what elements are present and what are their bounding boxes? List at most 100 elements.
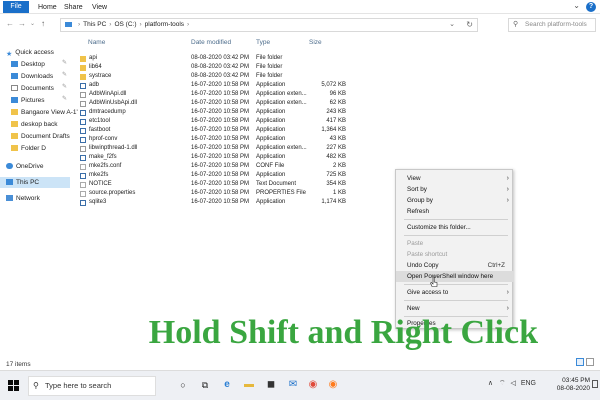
nav-downloads[interactable]: Downloads: [11, 71, 53, 82]
nav-quick-access[interactable]: ★ Quick access: [6, 47, 54, 58]
file-explorer-icon[interactable]: ▬: [242, 378, 256, 392]
tab-share[interactable]: Share: [60, 2, 87, 13]
forward-arrow-icon[interactable]: →: [18, 19, 26, 28]
menu-item-view[interactable]: View ›: [396, 173, 514, 184]
header-date-modified[interactable]: Date modified: [191, 39, 231, 46]
file-row[interactable]: etc1tool 16-07-2020 10:58 PM Application 41…: [78, 117, 346, 126]
windows-start-icon[interactable]: [8, 380, 19, 391]
file-name: source.properties: [89, 190, 136, 196]
file-row[interactable]: lib64 08-08-2020 03:42 PM File folder: [78, 63, 338, 72]
breadcrumb-this-pc[interactable]: This PC: [83, 21, 106, 28]
file-icon: [80, 163, 86, 170]
menu-item-paste[interactable]: Paste: [396, 238, 514, 249]
chevron-up-icon[interactable]: ∧: [488, 380, 493, 387]
file-row[interactable]: hprof-conv 16-07-2020 10:58 PM Application…: [78, 135, 346, 144]
help-icon[interactable]: ?: [586, 2, 596, 12]
up-arrow-icon[interactable]: ↑: [41, 19, 45, 28]
nav-this-pc[interactable]: This PC: [0, 177, 70, 188]
application-icon: [80, 82, 86, 89]
network-icon[interactable]: ⌔: [499, 380, 506, 387]
folder-icon: [11, 145, 18, 152]
file-row[interactable]: AdbWinUsbApi.dll 16-07-2020 10:58 PM Appli…: [78, 99, 346, 108]
file-type: Application: [256, 127, 286, 133]
breadcrumb-platform-tools[interactable]: platform-tools: [145, 21, 184, 28]
language-indicator[interactable]: ENG: [521, 380, 536, 387]
file-row[interactable]: mke2fs 16-07-2020 10:58 PM Application 725 …: [78, 171, 346, 180]
tab-file[interactable]: File: [3, 1, 29, 13]
firefox-icon[interactable]: ◉: [326, 378, 340, 392]
mail-icon[interactable]: ✉: [286, 378, 300, 392]
folder-icon: [80, 64, 86, 71]
search-placeholder: Search platform-tools: [525, 21, 587, 28]
nav-bangaore-view[interactable]: Bangaore View A-1': [11, 107, 78, 118]
file-row[interactable]: fastboot 16-07-2020 10:58 PM Application 1,…: [78, 126, 346, 135]
details-view-icon[interactable]: [576, 358, 584, 366]
menu-item-give-access[interactable]: Give access to ›: [396, 287, 514, 298]
menu-item-sort-by[interactable]: Sort by ›: [396, 184, 514, 195]
file-name: etc1tool: [89, 118, 111, 124]
chrome-icon[interactable]: ◉: [306, 378, 320, 392]
large-icons-view-icon[interactable]: [586, 358, 594, 366]
file-row[interactable]: mke2fs.conf 16-07-2020 10:58 PM CONF File 2…: [78, 162, 346, 171]
menu-item-customize[interactable]: Customize this folder...: [396, 222, 514, 233]
file-row[interactable]: NOTICE 16-07-2020 10:58 PM Text Document 35…: [78, 180, 346, 189]
file-row[interactable]: systrace 08-08-2020 03:42 PM File folder: [78, 72, 338, 81]
file-size: 1 KB: [332, 190, 346, 196]
file-row[interactable]: api 08-08-2020 03:42 PM File folder: [78, 54, 338, 63]
header-name[interactable]: Name: [88, 39, 105, 46]
header-type[interactable]: Type: [256, 39, 270, 46]
nav-desktop[interactable]: Desktop: [11, 59, 45, 70]
this-pc-icon: [65, 21, 72, 27]
nav-network[interactable]: Network: [6, 193, 40, 204]
header-size[interactable]: Size: [309, 39, 322, 46]
file-row[interactable]: adb 16-07-2020 10:58 PM Application 5,072 K…: [78, 81, 346, 90]
volume-icon[interactable]: ◁: [510, 380, 515, 387]
task-view-icon[interactable]: ⧉: [198, 378, 212, 392]
nav-pictures[interactable]: Pictures: [11, 95, 44, 106]
recent-locations-icon[interactable]: ⌄: [30, 20, 35, 27]
file-size: 1,364 KB: [321, 127, 346, 133]
overlay-caption: Hold Shift and Right Click: [148, 314, 538, 351]
nav-documents[interactable]: Documents: [11, 83, 54, 94]
menu-item-new[interactable]: New ›: [396, 303, 514, 314]
notification-icon[interactable]: [592, 380, 598, 388]
file-row[interactable]: libwinpthread-1.dll 16-07-2020 10:58 PM Ap…: [78, 144, 346, 153]
menu-separator: [404, 219, 508, 220]
nav-deskop-back[interactable]: deskop back: [11, 119, 58, 130]
file-type: Application: [256, 109, 286, 115]
breadcrumb-os-c[interactable]: OS (C:): [114, 21, 136, 28]
edge-browser-icon[interactable]: e: [220, 378, 234, 392]
tab-home[interactable]: Home: [34, 2, 61, 13]
menu-item-open-powershell[interactable]: Open PowerShell window here: [396, 271, 514, 282]
file-row[interactable]: make_f2fs 16-07-2020 10:58 PM Application 4…: [78, 153, 346, 162]
file-date: 16-07-2020 10:58 PM: [191, 145, 250, 151]
search-input[interactable]: ⚲ Search platform-tools: [508, 18, 596, 32]
refresh-icon[interactable]: ↻: [466, 19, 473, 31]
nav-folder-d[interactable]: Folder D: [11, 143, 46, 154]
file-date: 16-07-2020 10:58 PM: [191, 154, 250, 160]
tab-view[interactable]: View: [88, 2, 111, 13]
cortana-icon[interactable]: ○: [176, 378, 190, 392]
store-icon[interactable]: ◼: [264, 378, 278, 392]
file-name: api: [89, 55, 98, 61]
clock[interactable]: 03:45 PM 08-08-2020: [557, 377, 590, 393]
file-row[interactable]: dmtracedump 16-07-2020 10:58 PM Applicatio…: [78, 108, 346, 117]
application-icon: [80, 154, 86, 161]
menu-item-paste-shortcut[interactable]: Paste shortcut: [396, 249, 514, 260]
menu-item-refresh[interactable]: Refresh: [396, 206, 514, 217]
menu-item-group-by[interactable]: Group by ›: [396, 195, 514, 206]
file-name: mke2fs: [89, 172, 109, 178]
file-type: Application exten...: [256, 100, 307, 106]
chevron-right-icon: ›: [506, 305, 509, 312]
address-dropdown-icon[interactable]: ⌄: [449, 19, 455, 31]
back-arrow-icon[interactable]: ←: [6, 19, 14, 28]
menu-item-undo-copy[interactable]: Undo Copy Ctrl+Z: [396, 260, 514, 271]
nav-document-drafts[interactable]: Document Drafts: [11, 131, 70, 142]
file-row[interactable]: source.properties 16-07-2020 10:58 PM PROP…: [78, 189, 346, 198]
nav-onedrive[interactable]: OneDrive: [6, 161, 43, 172]
file-row[interactable]: sqlite3 16-07-2020 10:58 PM Application 1,1…: [78, 198, 346, 207]
address-bar[interactable]: › This PC › OS (C:) › platform-tools › ⌄ ↻: [60, 18, 478, 32]
taskbar-search-input[interactable]: ⚲ Type here to search: [28, 376, 156, 396]
expand-ribbon-icon[interactable]: ⌄: [573, 1, 580, 10]
file-row[interactable]: AdbWinApi.dll 16-07-2020 10:58 PM Applicat…: [78, 90, 346, 99]
